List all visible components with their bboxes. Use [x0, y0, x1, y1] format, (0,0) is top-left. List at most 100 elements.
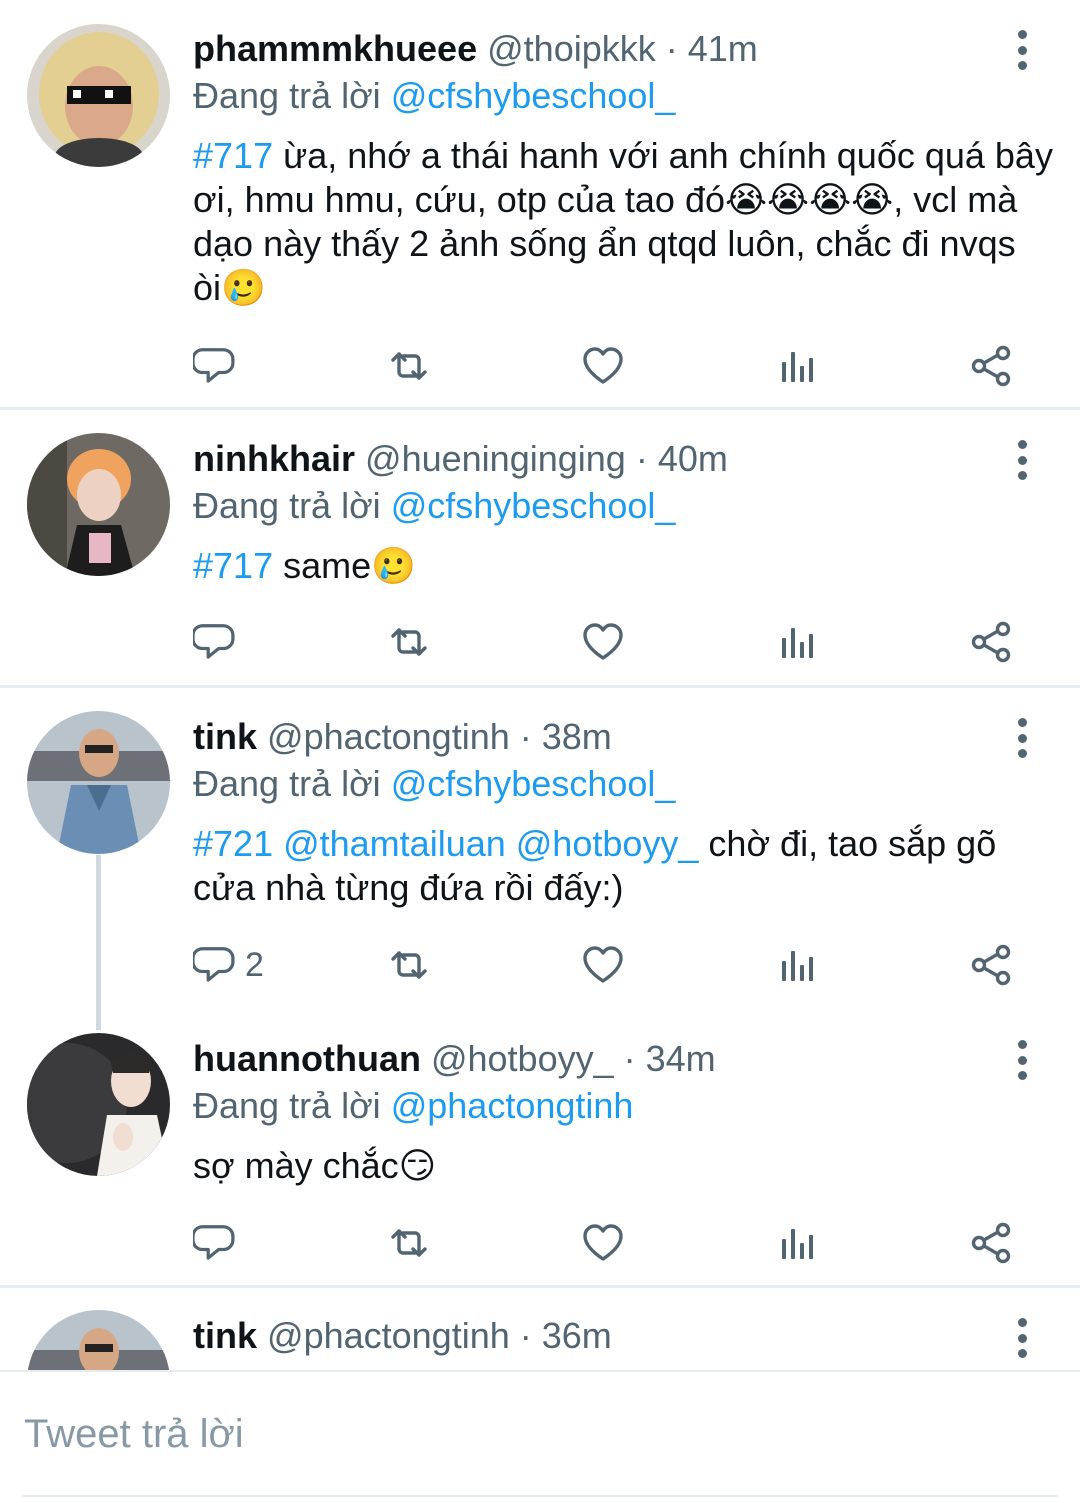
hashtag-link[interactable]: #721	[193, 823, 273, 864]
replying-label: Đang trả lời	[193, 75, 381, 116]
like-button[interactable]	[581, 341, 625, 391]
hashtag-link[interactable]: #717	[193, 135, 273, 176]
reply-icon	[193, 1224, 235, 1260]
retweet-button[interactable]	[387, 1218, 431, 1268]
user-handle[interactable]: @hueninginging	[365, 438, 626, 479]
analytics-button[interactable]	[775, 341, 819, 391]
display-name[interactable]: phammmkhueee	[193, 28, 477, 69]
reply-icon	[193, 624, 235, 659]
avatar[interactable]	[27, 711, 170, 854]
tweet-header: ninhkhair @hueninginging · 40m	[193, 437, 728, 481]
display-name[interactable]: ninhkhair	[193, 438, 355, 479]
like-button[interactable]	[581, 1218, 625, 1268]
user-handle[interactable]: @phactongtinh	[267, 1315, 510, 1356]
tweet[interactable]: ninhkhair @hueninginging · 40m Đang trả …	[0, 410, 1080, 687]
user-handle[interactable]: @hotboyy_	[431, 1038, 614, 1079]
timestamp: · 38m	[519, 716, 612, 757]
retweet-icon	[391, 352, 427, 380]
more-options-icon[interactable]	[1010, 30, 1034, 70]
analytics-button[interactable]	[775, 617, 819, 667]
tweet[interactable]: tink @phactongtinh · 38m Đang trả lời @c…	[0, 688, 1080, 1008]
replying-label: Đang trả lời	[193, 485, 381, 526]
like-icon	[583, 946, 623, 983]
like-button[interactable]	[581, 617, 625, 667]
share-button[interactable]	[969, 1218, 1013, 1268]
retweet-icon	[391, 1229, 427, 1257]
mention-links[interactable]: @thamtailuan @hotboyy_	[273, 823, 698, 864]
tweet-actions	[193, 617, 1023, 667]
tweet[interactable]: phammmkhueee @thoipkkk · 41m Đang trả lờ…	[0, 0, 1080, 410]
share-icon	[971, 1222, 1011, 1264]
display-name[interactable]: huannothuan	[193, 1038, 421, 1079]
analytics-icon	[782, 951, 813, 981]
more-options-icon[interactable]	[1010, 1318, 1034, 1358]
retweet-button[interactable]	[387, 617, 431, 667]
display-name[interactable]: tink	[193, 1315, 257, 1356]
user-handle[interactable]: @thoipkkk	[487, 28, 656, 69]
tweet[interactable]: tink @phactongtinh · 36m	[0, 1288, 1080, 1370]
like-icon	[583, 1224, 623, 1261]
replying-to: Đang trả lời @phactongtinh	[193, 1084, 633, 1128]
like-button[interactable]	[581, 940, 625, 990]
retweet-icon	[391, 628, 427, 656]
tweet-actions	[193, 1218, 1023, 1268]
tweet-header: tink @phactongtinh · 36m	[193, 1314, 612, 1358]
tweet-header: tink @phactongtinh · 38m	[193, 715, 612, 759]
avatar[interactable]	[27, 1310, 170, 1370]
more-options-icon[interactable]	[1010, 1040, 1034, 1080]
replying-to-link[interactable]: @cfshybeschool_	[391, 763, 676, 804]
analytics-button[interactable]	[775, 1218, 819, 1268]
replying-to: Đang trả lời @cfshybeschool_	[193, 74, 675, 118]
tweet-text: #717 ừa, nhớ a thái hanh với anh chính q…	[193, 134, 1053, 310]
share-button[interactable]	[969, 341, 1013, 391]
reply-compose-bar[interactable]: Tweet trả lời	[0, 1370, 1080, 1503]
retweet-button[interactable]	[387, 940, 431, 990]
share-button[interactable]	[969, 940, 1013, 990]
tweet-text: sợ mày chắc😏	[193, 1144, 1053, 1188]
reply-button[interactable]	[193, 617, 237, 667]
tweet-header: huannothuan @hotboyy_ · 34m	[193, 1037, 716, 1081]
reply-feed: phammmkhueee @thoipkkk · 41m Đang trả lờ…	[0, 0, 1080, 1370]
tweet-actions	[193, 341, 1023, 391]
like-icon	[583, 347, 623, 384]
tweet-text: #721 @thamtailuan @hotboyy_ chờ đi, tao …	[193, 822, 1053, 910]
analytics-button[interactable]	[775, 940, 819, 990]
tweet-body-text: ừa, nhớ a thái hanh với anh chính quốc q…	[193, 135, 1053, 308]
timestamp: · 36m	[519, 1315, 612, 1356]
replying-to-link[interactable]: @phactongtinh	[391, 1085, 634, 1126]
share-icon	[971, 621, 1011, 663]
hashtag-link[interactable]: #717	[193, 545, 273, 586]
display-name[interactable]: tink	[193, 716, 257, 757]
analytics-icon	[782, 352, 813, 382]
reply-button[interactable]	[193, 1218, 237, 1268]
tweet-text: #717 same🥲	[193, 544, 1053, 588]
replying-to: Đang trả lời @cfshybeschool_	[193, 484, 675, 528]
replying-to: Đang trả lời @cfshybeschool_	[193, 762, 675, 806]
replying-to-link[interactable]: @cfshybeschool_	[391, 75, 676, 116]
retweet-icon	[391, 951, 427, 979]
reply-icon	[193, 947, 235, 982]
compose-underline	[22, 1495, 1058, 1497]
reply-button[interactable]	[193, 341, 237, 391]
replying-to-link[interactable]: @cfshybeschool_	[391, 485, 676, 526]
reply-button[interactable]: 2	[193, 940, 264, 990]
like-icon	[583, 623, 623, 660]
avatar[interactable]	[27, 1033, 170, 1176]
reply-input[interactable]: Tweet trả lời	[24, 1412, 244, 1457]
timestamp: · 40m	[635, 438, 728, 479]
analytics-icon	[782, 1229, 813, 1259]
more-options-icon[interactable]	[1010, 718, 1034, 758]
replying-label: Đang trả lời	[193, 1085, 381, 1126]
replying-label: Đang trả lời	[193, 763, 381, 804]
share-button[interactable]	[969, 617, 1013, 667]
more-options-icon[interactable]	[1010, 440, 1034, 480]
tweet[interactable]: huannothuan @hotboyy_ · 34m Đang trả lời…	[0, 1010, 1080, 1288]
retweet-button[interactable]	[387, 341, 431, 391]
tweet-header: phammmkhueee @thoipkkk · 41m	[193, 27, 758, 71]
share-icon	[971, 345, 1011, 387]
user-handle[interactable]: @phactongtinh	[267, 716, 510, 757]
avatar[interactable]	[27, 24, 170, 167]
share-icon	[971, 944, 1011, 986]
timestamp: · 41m	[665, 28, 758, 69]
avatar[interactable]	[27, 433, 170, 576]
